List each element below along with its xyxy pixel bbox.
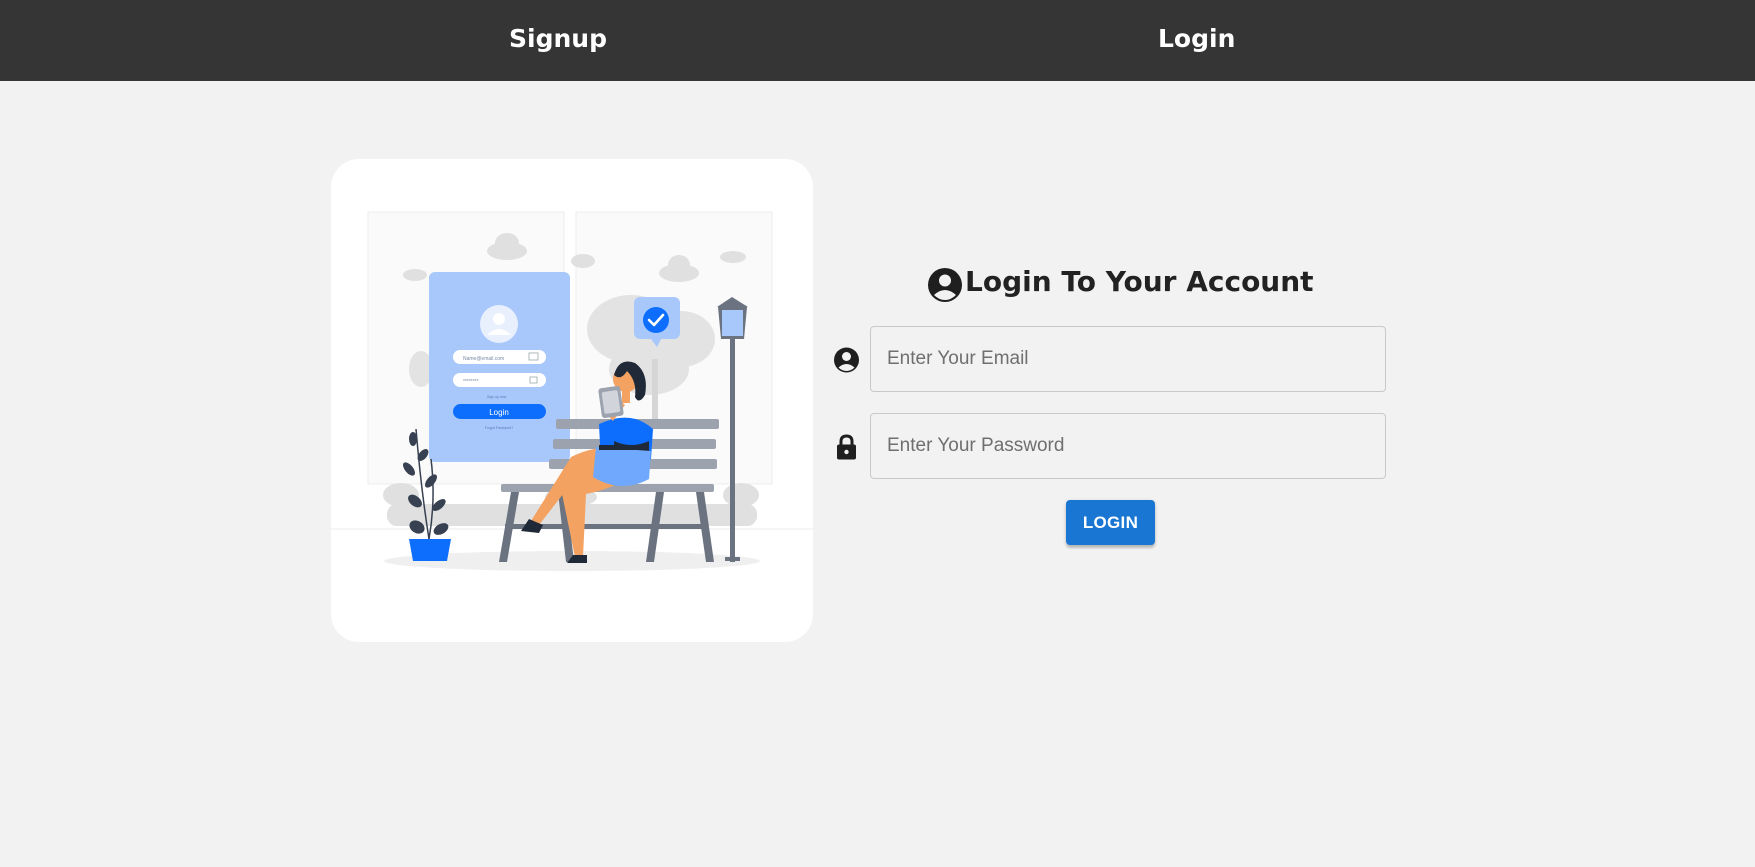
illustration-signup-text: Sign up now <box>487 395 507 399</box>
login-heading: Login To Your Account <box>927 258 1314 304</box>
illustration-button-text: Login <box>489 408 509 417</box>
nav-login-link[interactable]: Login <box>1158 0 1235 77</box>
illustration-forgot-text: Forgot Password? <box>485 426 513 430</box>
account-circle-icon <box>928 268 962 302</box>
illustration-card: Name@email.com ******** Sign up now Logi… <box>331 159 813 642</box>
top-navbar: Signup Login <box>0 0 1755 81</box>
illustration-password-text: ******** <box>463 379 479 385</box>
form-card-shape <box>429 272 570 462</box>
page-title: Login To Your Account <box>965 264 1314 298</box>
plant-pot-shape <box>409 539 451 561</box>
account-circle-icon <box>834 347 859 373</box>
email-row <box>833 326 1390 394</box>
password-field[interactable] <box>870 413 1386 479</box>
lamp-post <box>730 334 735 562</box>
password-row <box>833 413 1390 481</box>
lock-icon <box>837 434 856 460</box>
illustration-email-text: Name@email.com <box>463 356 504 362</box>
email-field[interactable] <box>870 326 1386 392</box>
login-submit-button[interactable]: LOGIN <box>1066 500 1155 545</box>
nav-signup-link[interactable]: Signup <box>509 0 607 77</box>
login-illustration: Name@email.com ******** Sign up now Logi… <box>331 211 813 571</box>
